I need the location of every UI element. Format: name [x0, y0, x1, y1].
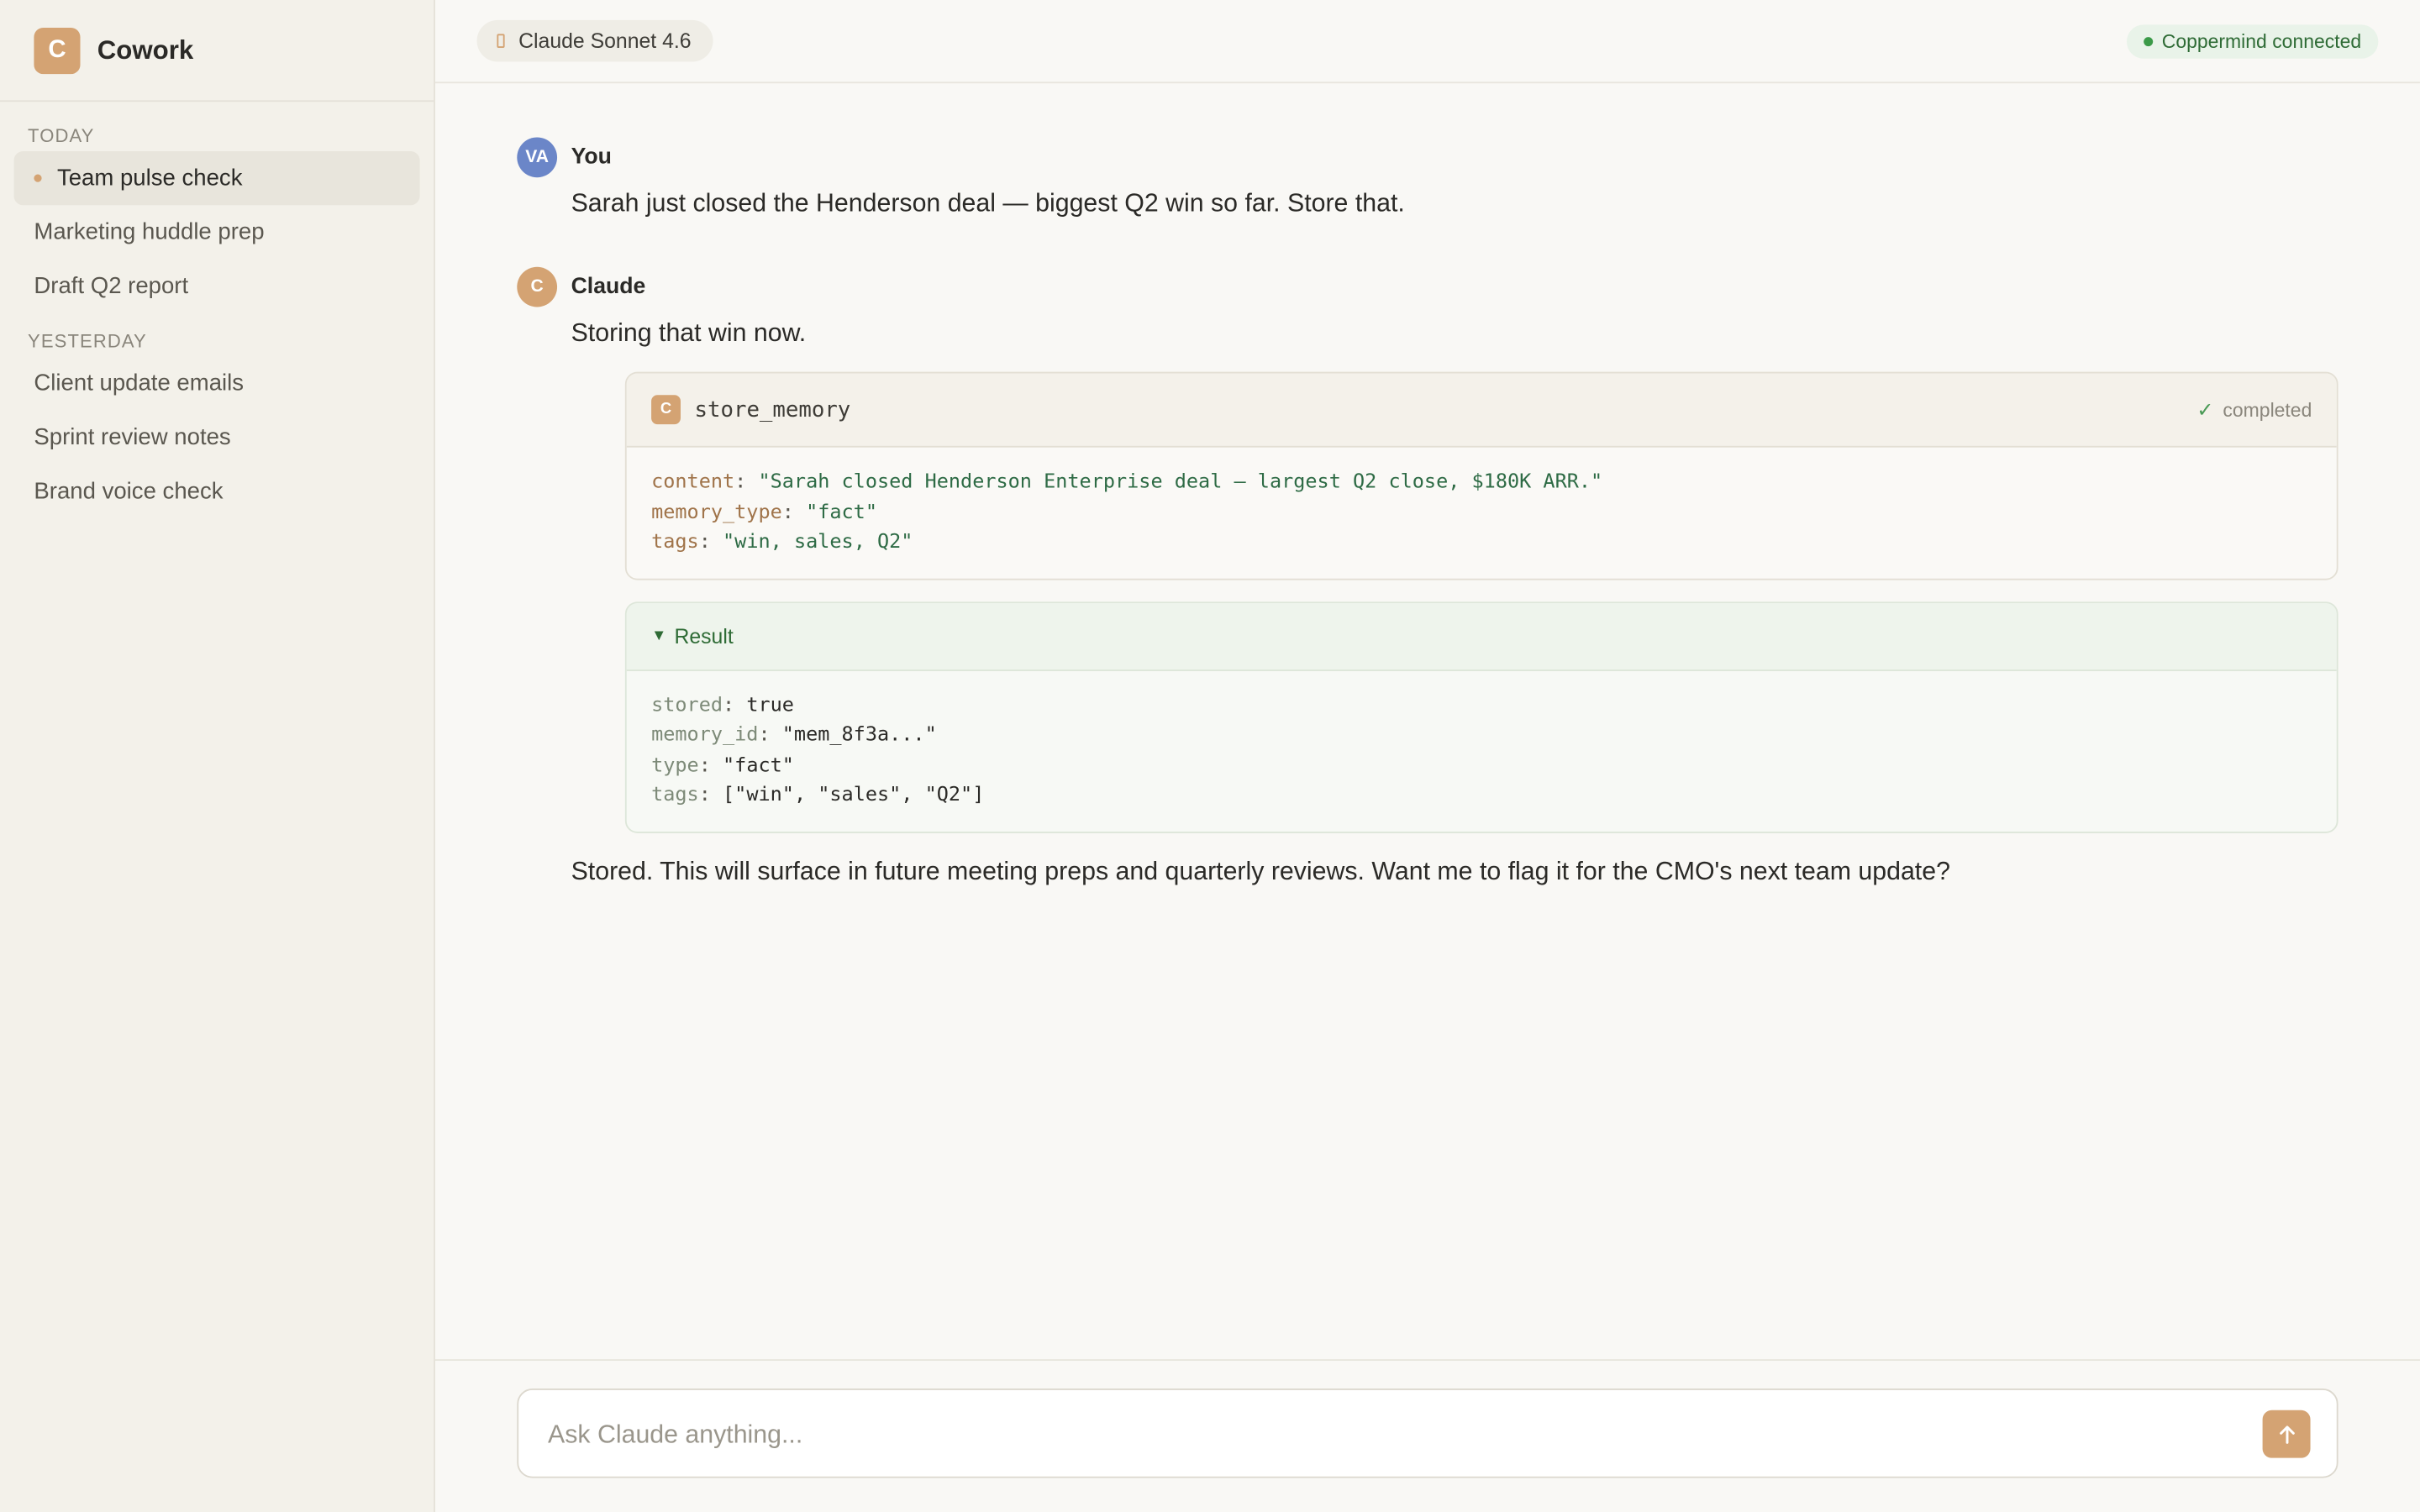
nav-list-yesterday: Client update emails Sprint review notes… — [0, 356, 434, 518]
sidebar-item-draft-q2-report[interactable]: Draft Q2 report — [14, 260, 420, 313]
result-key: type — [651, 753, 699, 777]
user-message-text: Sarah just closed the Henderson deal — b… — [571, 189, 1405, 218]
sidebar-item-label: Sprint review notes — [34, 424, 231, 451]
result-row: stored: true — [651, 693, 794, 717]
tool-result-card: ▼ Result stored: true memory_id: "mem_8f3… — [624, 601, 2338, 832]
composer — [434, 1359, 2420, 1512]
check-icon: ✓ — [2196, 396, 2214, 421]
sidebar-item-brand-voice-check[interactable]: Brand voice check — [14, 465, 420, 518]
assistant-intro-text: Storing that win now. — [571, 319, 807, 348]
param-value: "Sarah closed Henderson Enterprise deal … — [758, 470, 1603, 494]
param-row: tags: "win, sales, Q2" — [651, 530, 913, 554]
param-value: "win, sales, Q2" — [723, 530, 913, 554]
section-label-yesterday: YESTERDAY — [28, 330, 147, 352]
result-value: "fact" — [723, 753, 794, 777]
result-key: memory_id — [651, 723, 759, 747]
sidebar-item-label: Marketing huddle prep — [34, 218, 265, 246]
model-name: Claude Sonnet 4.6 — [518, 29, 692, 53]
section-label-today: TODAY — [28, 124, 95, 147]
result-toggle[interactable]: ▼ Result — [626, 602, 2337, 671]
result-row: memory_id: "mem_8f3a..." — [651, 723, 937, 747]
top-bar: Claude Sonnet 4.6 Coppermind connected — [434, 0, 2420, 84]
param-row: memory_type: "fact" — [651, 501, 877, 524]
message-header: VA You — [517, 137, 2338, 178]
app-name: Cowork — [97, 34, 194, 65]
nav-list-today: Team pulse check Marketing huddle prep D… — [0, 150, 434, 313]
message-author: You — [571, 144, 612, 171]
active-dot-icon — [34, 174, 42, 182]
conversation: VA You Sarah just closed the Henderson d… — [517, 83, 2338, 888]
user-message: VA You Sarah just closed the Henderson d… — [517, 137, 2338, 220]
tool-icon: C — [651, 395, 681, 425]
message-header: C Claude — [517, 266, 2338, 307]
sidebar-item-label: Draft Q2 report — [34, 273, 189, 300]
result-fields: stored: true memory_id: "mem_8f3a..."type… — [627, 670, 2337, 831]
tool-call-header: C store_memory ✓ completed — [626, 373, 2337, 448]
sidebar-item-sprint-review-notes[interactable]: Sprint review notes — [14, 411, 420, 465]
result-value: true — [746, 693, 794, 717]
result-row: type: "fact" — [651, 753, 794, 777]
connection-status-text: Coppermind connected — [2161, 30, 2362, 53]
message-author: Claude — [571, 274, 646, 300]
sidebar: C Cowork TODAY Team pulse check Marketin… — [0, 0, 435, 1512]
param-value: "fact" — [806, 501, 877, 524]
sidebar-item-team-pulse-check[interactable]: Team pulse check — [13, 150, 420, 206]
assistant-avatar: C — [517, 266, 558, 307]
send-button[interactable] — [2262, 1410, 2311, 1458]
model-icon — [497, 34, 505, 48]
assistant-final-text: Stored. This will surface in future meet… — [571, 857, 1950, 885]
app-window: C Cowork TODAY Team pulse check Marketin… — [0, 0, 2420, 1512]
message-input[interactable] — [544, 1389, 2172, 1480]
sidebar-item-label: Client update emails — [34, 370, 245, 397]
result-label: Result — [674, 623, 734, 648]
result-key: stored — [651, 693, 723, 717]
sidebar-item-client-update-emails[interactable]: Client update emails — [14, 356, 420, 410]
result-row: tags: ["win", "sales", "Q2"] — [651, 784, 985, 807]
sidebar-item-label: Brand voice check — [34, 478, 224, 505]
result-key: tags — [651, 784, 699, 807]
param-key: content — [651, 470, 735, 494]
triangle-down-icon: ▼ — [651, 627, 667, 644]
arrow-up-icon — [2279, 1425, 2294, 1443]
tool-status-text: completed — [2223, 398, 2312, 421]
main-panel: Claude Sonnet 4.6 Coppermind connected V… — [434, 0, 2420, 1512]
result-value: "mem_8f3a..." — [781, 723, 937, 747]
assistant-message: C Claude Storing that win now. C store_m… — [517, 266, 2338, 888]
param-row: content: "Sarah closed Henderson Enterpr… — [651, 470, 1603, 494]
tool-params: content: "Sarah closed Henderson Enterpr… — [627, 448, 2337, 578]
tool-call-card: C store_memory ✓ completed content: "Sar… — [624, 371, 2338, 580]
app-logo: C — [34, 27, 81, 74]
sidebar-item-label: Team pulse check — [56, 165, 243, 192]
param-key: tags — [651, 530, 699, 554]
composer-box — [517, 1389, 2338, 1480]
sidebar-item-marketing-huddle-prep[interactable]: Marketing huddle prep — [14, 205, 420, 259]
model-selector[interactable]: Claude Sonnet 4.6 — [476, 19, 713, 62]
tool-status: ✓ completed — [2196, 397, 2312, 422]
brand: C Cowork — [0, 0, 434, 102]
param-key: memory_type — [651, 501, 782, 524]
tool-name: store_memory — [694, 396, 851, 423]
user-avatar: VA — [517, 137, 558, 178]
result-value: ["win", "sales", "Q2"] — [723, 784, 985, 807]
status-dot-icon — [2143, 37, 2153, 47]
connection-status-badge: Coppermind connected — [2126, 24, 2379, 59]
